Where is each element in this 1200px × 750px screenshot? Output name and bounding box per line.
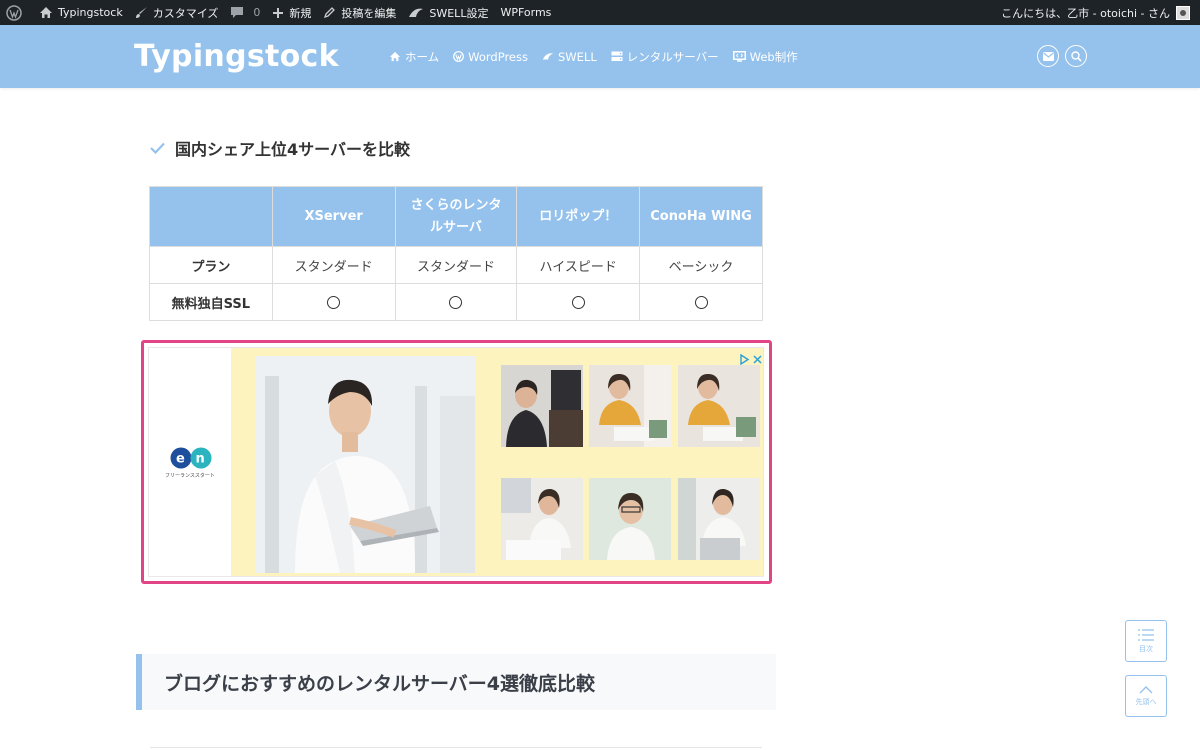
avatar[interactable] (1176, 5, 1190, 20)
row-label: 無料独自SSL (149, 283, 273, 321)
wp-admin-bar: Typingstock カスタマイズ 0 新規 投稿を編集 SWELL設定 WP… (0, 0, 1200, 25)
svg-text:e: e (176, 452, 185, 467)
site-header: Typingstock ホーム WordPress SWELL レンタルサーバー… (0, 25, 1200, 88)
mail-icon (1042, 51, 1054, 61)
brush-icon (135, 7, 147, 18)
section-h2-text: ブログにおすすめのレンタルサーバー4選徹底比較 (164, 672, 596, 695)
contact-button[interactable] (1037, 45, 1059, 67)
ad-thumbnail (678, 478, 760, 560)
nav-item-swell[interactable]: SWELL (542, 50, 597, 64)
circle-mark (571, 295, 585, 309)
chevron-up-icon (1139, 685, 1153, 693)
swell-icon (409, 8, 424, 17)
top-label: 先頭へ (1135, 697, 1157, 706)
toc-label: 目次 (1139, 644, 1153, 653)
table-cell: ベーシック (639, 246, 763, 284)
site-name: Typingstock (58, 6, 123, 19)
section-h2: ブログにおすすめのレンタルサーバー4選徹底比較 (136, 654, 776, 710)
nav-label: SWELL (557, 49, 597, 64)
search-button[interactable] (1065, 45, 1087, 67)
table-cell: スタンダード (394, 246, 518, 284)
table-cell: ハイスピード (516, 246, 641, 284)
circle-mark (449, 295, 463, 309)
back-to-top-button[interactable]: 先頭へ (1125, 675, 1167, 717)
circle-mark (327, 295, 341, 309)
edit-post-label: 投稿を編集 (341, 6, 397, 20)
pencil-icon (324, 7, 336, 19)
new-content-menu[interactable]: 新規 (266, 0, 317, 25)
ad-main-photo (255, 356, 475, 573)
ad-thumbnail (589, 365, 671, 447)
nav-label: Web制作 (749, 49, 798, 64)
wp-logo-menu[interactable] (0, 0, 33, 25)
swell-icon (542, 53, 554, 60)
table-header-cell (149, 186, 273, 247)
table-row: プラン スタンダード スタンダード ハイスピード ベーシック (149, 246, 763, 284)
nav-item-wordpress[interactable]: WordPress (453, 50, 528, 64)
section-heading: 国内シェア上位4サーバーを比較 (150, 136, 410, 160)
comment-icon (231, 7, 244, 18)
home-icon (40, 7, 52, 18)
ad-logo-panel: e n フリーランススタート (149, 348, 231, 576)
row-label: プラン (149, 246, 273, 284)
swell-settings-menu[interactable]: SWELL設定 (402, 0, 494, 25)
en-brand-sub: フリーランススタート (165, 473, 215, 479)
check-icon (150, 142, 165, 154)
new-label: 新規 (289, 6, 312, 20)
server-comparison-table: XServer さくらのレンタルサーバ ロリポップ！ ConoHa WING プ… (149, 186, 763, 321)
table-row: 無料独自SSL (149, 283, 763, 321)
ad-thumbnail (501, 365, 583, 447)
table-header-cell: さくらのレンタルサーバ (394, 186, 518, 247)
table-cell (639, 283, 763, 321)
table-cell (394, 283, 518, 321)
table-header-cell: XServer (271, 186, 396, 247)
wordpress-icon (453, 51, 465, 62)
comments-count: 0 (253, 6, 261, 19)
ad-thumbnail (678, 365, 760, 447)
search-icon (1070, 50, 1082, 62)
customize-label: カスタマイズ (152, 6, 219, 20)
swell-settings-label: SWELL設定 (429, 6, 489, 20)
table-cell: スタンダード (271, 246, 396, 284)
table-cell (516, 283, 641, 321)
nav-item-home[interactable]: ホーム (389, 49, 439, 65)
ad-thumbnail (589, 478, 671, 560)
customize-menu[interactable]: カスタマイズ (129, 0, 225, 25)
comments-menu[interactable]: 0 (224, 0, 266, 25)
ad-banner[interactable]: e n フリーランススタート (148, 347, 764, 577)
list-icon (1138, 628, 1154, 641)
plus-icon (273, 7, 284, 18)
wpforms-menu[interactable]: WPForms (494, 0, 557, 25)
site-name-menu[interactable]: Typingstock (33, 0, 129, 25)
account-greeting[interactable]: こんにちは、乙市 - otoichi - さん (1001, 5, 1170, 21)
nav-label: レンタルサーバー (626, 49, 719, 64)
edit-post-menu[interactable]: 投稿を編集 (317, 0, 402, 25)
monitor-icon (732, 51, 746, 62)
site-logo[interactable]: Typingstock (134, 39, 339, 74)
nav-label: ホーム (405, 49, 440, 64)
wordpress-icon (6, 4, 22, 21)
nav-item-web-production[interactable]: Web制作 (732, 49, 798, 65)
svg-text:n: n (196, 452, 205, 467)
global-nav: ホーム WordPress SWELL レンタルサーバー Web制作 (382, 25, 805, 88)
table-header-cell: ロリポップ！ (516, 186, 641, 247)
ad-thumbnail (501, 478, 583, 560)
table-cell (271, 283, 396, 321)
table-header-row: XServer さくらのレンタルサーバ ロリポップ！ ConoHa WING (149, 186, 763, 247)
adchoices-icon[interactable] (739, 350, 750, 369)
divider (150, 747, 762, 748)
home-icon (389, 51, 401, 62)
table-header-cell: ConoHa WING (639, 186, 763, 247)
nav-item-rental-server[interactable]: レンタルサーバー (611, 49, 719, 65)
wpforms-label: WPForms (500, 6, 552, 19)
section-heading-text: 国内シェア上位4サーバーを比較 (175, 140, 410, 159)
en-logo: e n (170, 447, 212, 469)
ad-close-icon[interactable] (752, 350, 763, 369)
nav-label: WordPress (468, 49, 528, 64)
circle-mark (694, 295, 708, 309)
toc-button[interactable]: 目次 (1125, 620, 1167, 662)
server-icon (611, 51, 623, 61)
